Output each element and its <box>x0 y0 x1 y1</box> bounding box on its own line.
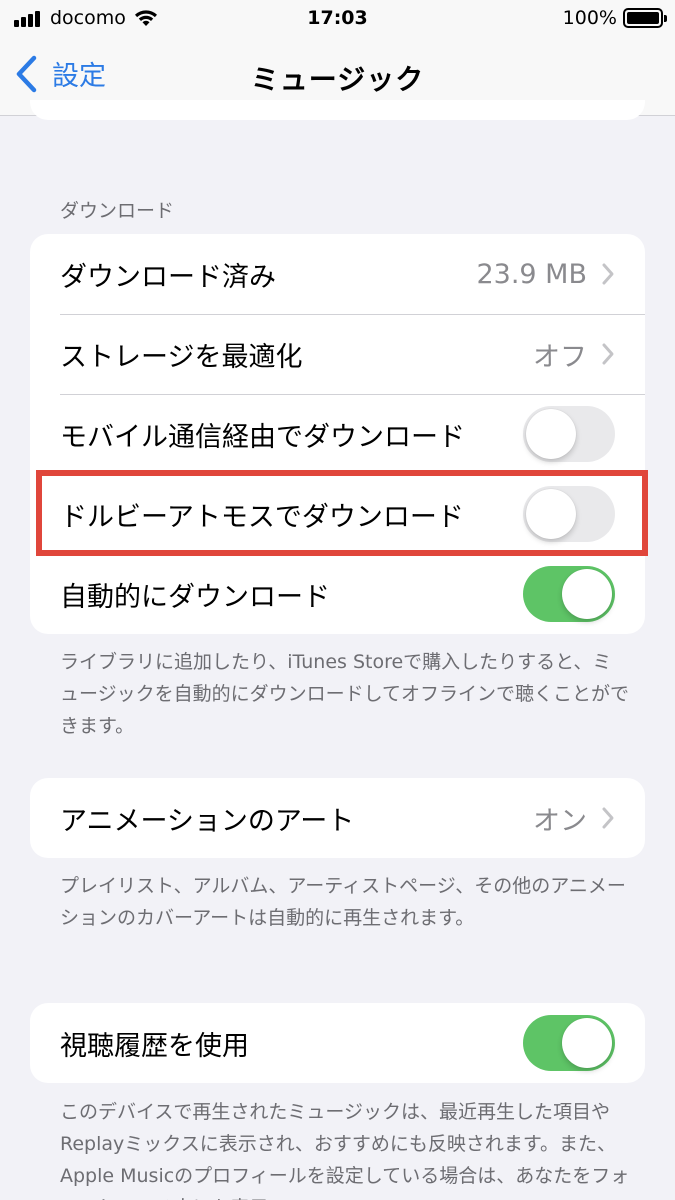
row-label: ドルビーアトモスでダウンロード <box>60 501 464 533</box>
row-value: オン <box>533 805 587 837</box>
row-label: アニメーションのアート <box>60 805 355 837</box>
automatic-download-toggle[interactable] <box>523 566 615 622</box>
row-value: オフ <box>533 341 587 373</box>
chevron-right-icon <box>602 807 614 829</box>
chevron-right-icon <box>602 343 614 365</box>
row-label: 視聴履歴を使用 <box>60 1030 249 1062</box>
row-label: ストレージを最適化 <box>60 341 303 373</box>
row-downloaded[interactable]: ダウンロード済み 23.9 MB <box>30 234 645 314</box>
downloads-group: ダウンロード済み 23.9 MB ストレージを最適化 オフ モバイル通信経由でダ… <box>30 234 645 634</box>
battery-icon <box>623 8 667 28</box>
listening-history-toggle[interactable] <box>523 1015 615 1071</box>
row-automatic-download: 自動的にダウンロード <box>30 554 645 634</box>
previous-group-card <box>30 100 645 120</box>
history-group: 視聴履歴を使用 <box>30 1003 645 1083</box>
row-dolby-atmos-download: ドルビーアトモスでダウンロード <box>30 474 645 554</box>
row-label: ダウンロード済み <box>60 261 276 293</box>
row-use-listening-history: 視聴履歴を使用 <box>30 1003 645 1083</box>
dolby-atmos-download-toggle[interactable] <box>523 486 615 542</box>
status-right: 100% <box>562 7 667 29</box>
row-label: 自動的にダウンロード <box>60 581 330 613</box>
history-footer: このデバイスで再生されたミュージックは、最近再生した項目やReplayミックスに… <box>60 1101 630 1200</box>
cellular-download-toggle[interactable] <box>523 406 615 462</box>
page-title: ミュージック <box>250 63 425 96</box>
animation-group: アニメーションのアート オン <box>30 778 645 858</box>
battery-percent: 100% <box>562 7 617 29</box>
row-label: モバイル通信経由でダウンロード <box>60 421 465 453</box>
row-animated-art[interactable]: アニメーションのアート オン <box>30 778 645 858</box>
row-cellular-download: モバイル通信経由でダウンロード <box>30 394 645 474</box>
row-optimize-storage[interactable]: ストレージを最適化 オフ <box>30 314 645 394</box>
section-header-downloads: ダウンロード <box>60 200 175 222</box>
chevron-right-icon <box>602 263 614 285</box>
animation-footer: プレイリスト、アルバム、アーティストページ、その他のアニメーションのカバーアート… <box>60 875 626 929</box>
status-bar: docomo 17:03 100% <box>0 0 675 40</box>
downloads-footer: ライブラリに追加したり、iTunes Storeで購入したりすると、ミュージック… <box>60 651 630 737</box>
row-value: 23.9 MB <box>476 258 587 290</box>
